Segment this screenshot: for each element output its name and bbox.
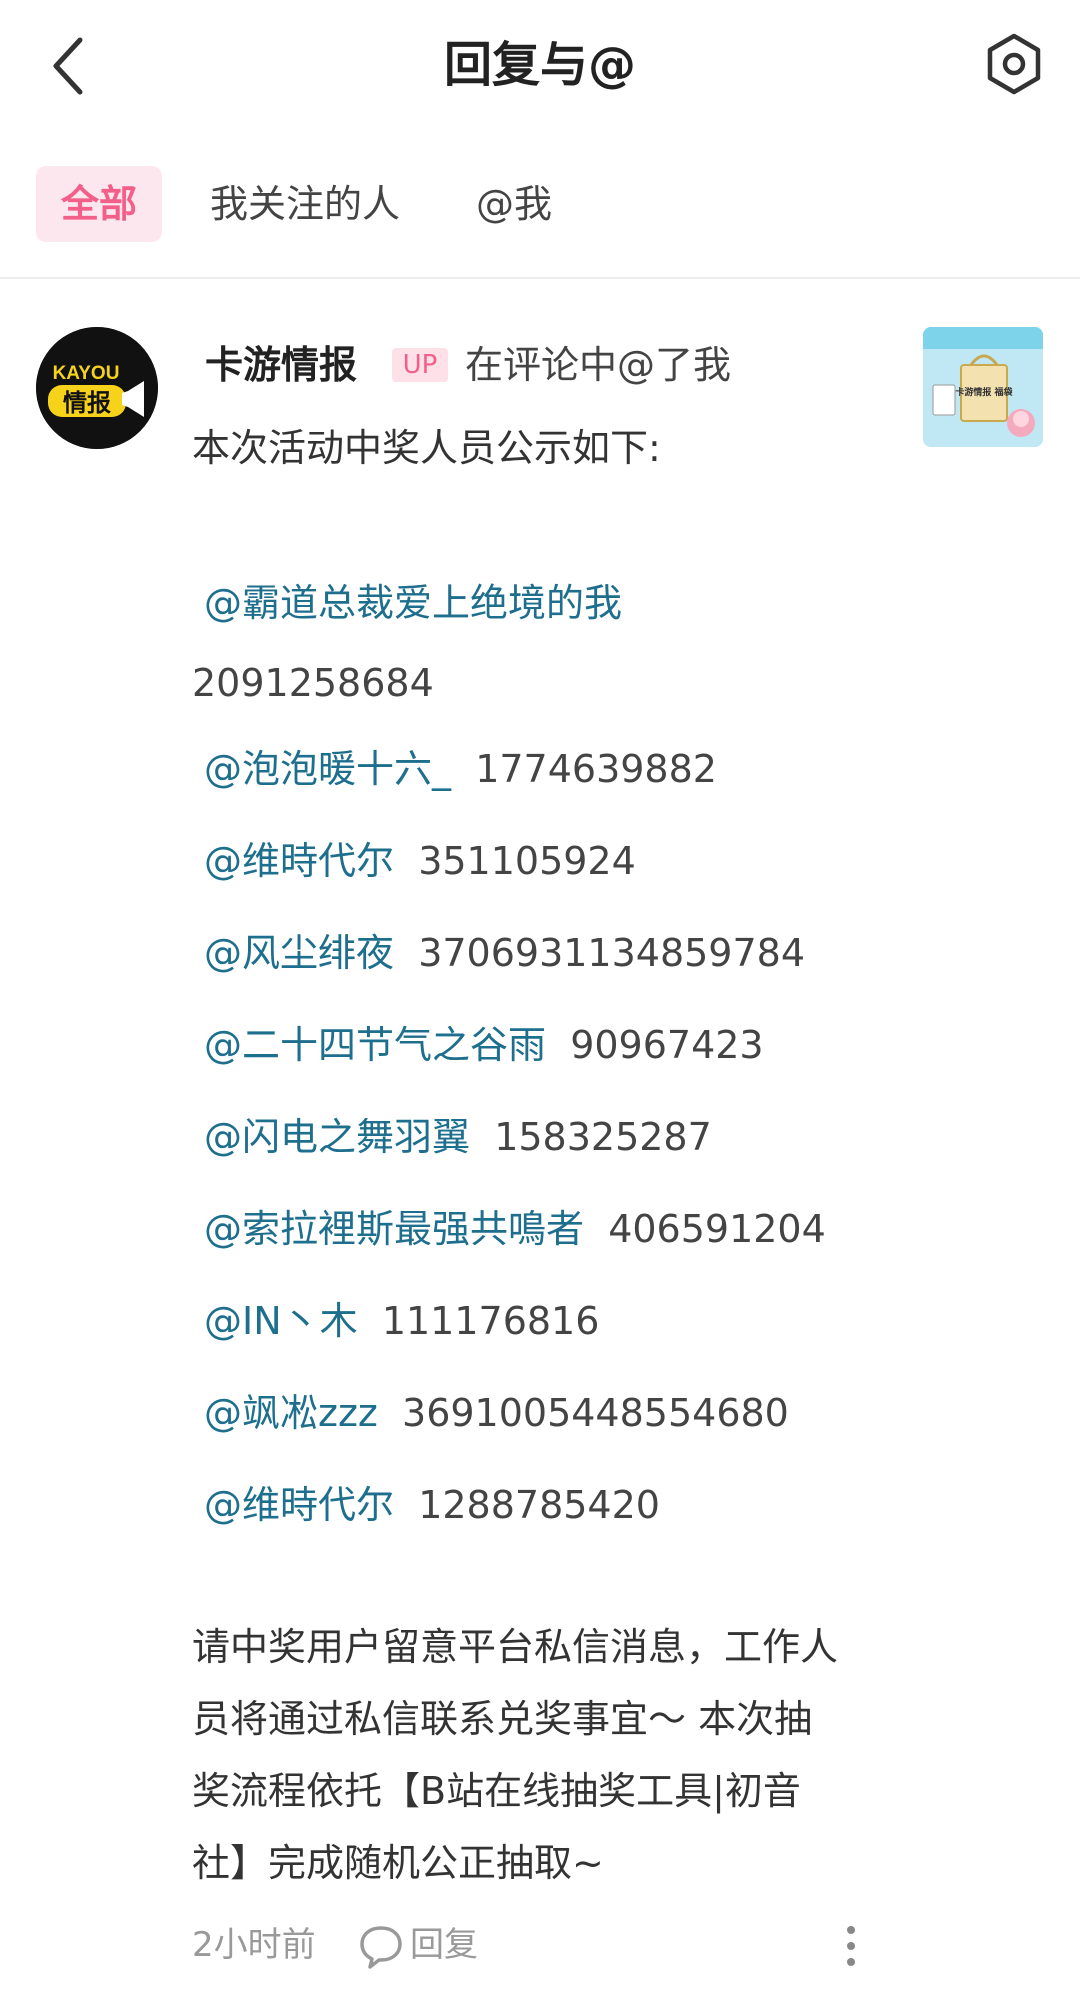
- winner-uid: 3706931134859784: [418, 931, 806, 975]
- chevron-left-icon: [53, 37, 83, 95]
- header-bar: 回复与@: [0, 0, 1080, 140]
- winner-row: @维時代尔 351105924: [204, 836, 636, 886]
- settings-hexagon-icon: [987, 33, 1041, 95]
- winner-uid: 90967423: [570, 1023, 764, 1067]
- winner-uid: 158325287: [494, 1115, 712, 1159]
- winner-mention[interactable]: @风尘绯夜: [204, 931, 394, 975]
- tab-bar: 全部 我关注的人 @我: [0, 160, 1080, 248]
- comment-intro: 本次活动中奖人员公示如下:: [192, 426, 661, 470]
- tab-mentions[interactable]: @我: [476, 166, 552, 242]
- avatar[interactable]: KAYOU 情报: [36, 327, 158, 449]
- winner-uid: 351105924: [418, 839, 636, 883]
- tab-following[interactable]: 我关注的人: [210, 166, 400, 242]
- closing-line: 请中奖用户留意平台私信消息，工作人: [192, 1625, 839, 1669]
- winner-mention[interactable]: @霸道总裁爱上绝境的我: [204, 578, 622, 628]
- winner-row: @泡泡暖十六_ 1774639882: [204, 744, 717, 794]
- winner-row: @维時代尔 1288785420: [204, 1480, 660, 1530]
- winner-row: @闪电之舞羽翼 158325287: [204, 1112, 712, 1162]
- winner-uid: 2091258684: [192, 661, 434, 705]
- comment-bubble-icon: [360, 1926, 402, 1969]
- more-vertical-icon: [847, 1926, 855, 1966]
- action-text: 在评论中@了我: [465, 343, 732, 387]
- post-thumbnail[interactable]: 卡游情报 福袋: [923, 327, 1043, 447]
- winner-mention[interactable]: @飒凇zzz: [204, 1391, 378, 1435]
- winner-row: @IN丶木 111176816: [204, 1296, 599, 1346]
- back-button[interactable]: [40, 26, 110, 106]
- closing-line: 奖流程依托【B站在线抽奖工具|初音: [192, 1769, 801, 1813]
- tab-divider: [0, 277, 1080, 279]
- tab-all[interactable]: 全部: [36, 166, 162, 242]
- winner-mention[interactable]: @IN丶木: [204, 1299, 358, 1343]
- winner-mention[interactable]: @维時代尔: [204, 1483, 394, 1527]
- winner-row: @索拉裡斯最强共鳴者 406591204: [204, 1204, 826, 1254]
- winner-row: @飒凇zzz 3691005448554680: [204, 1388, 789, 1438]
- page-title: 回复与@: [443, 37, 636, 93]
- username[interactable]: 卡游情报: [205, 340, 357, 390]
- winner-row: @二十四节气之谷雨 90967423: [204, 1020, 764, 1070]
- thumbnail-text: 卡游情报 福袋: [955, 386, 1013, 398]
- avatar-logo-bottom: 情报: [63, 389, 111, 417]
- winner-uid: 3691005448554680: [402, 1391, 789, 1435]
- winner-mention[interactable]: @二十四节气之谷雨: [204, 1023, 546, 1067]
- closing-line: 社】完成随机公正抽取~: [192, 1841, 604, 1885]
- winner-uid: 111176816: [381, 1299, 600, 1343]
- up-badge: UP: [392, 348, 448, 382]
- winner-mention[interactable]: @维時代尔: [204, 839, 394, 883]
- avatar-logo-top: KAYOU: [53, 363, 120, 384]
- reply-label: 回复: [410, 1925, 478, 1965]
- winner-row: @风尘绯夜 3706931134859784: [204, 928, 805, 978]
- timestamp: 2小时前: [192, 1925, 316, 1965]
- more-options-button[interactable]: [836, 1922, 866, 1970]
- winner-uid: 1288785420: [418, 1483, 660, 1527]
- gift-bag-thumbnail-icon: 卡游情报 福袋: [923, 327, 1043, 447]
- winner-uid: 1774639882: [475, 747, 717, 791]
- winner-mention[interactable]: @泡泡暖十六_: [204, 747, 451, 791]
- settings-button[interactable]: [982, 32, 1046, 96]
- winner-mention[interactable]: @闪电之舞羽翼: [204, 1115, 470, 1159]
- closing-line: 员将通过私信联系兑奖事宜～ 本次抽: [192, 1697, 813, 1741]
- winner-uid: 406591204: [608, 1207, 826, 1251]
- winner-mention[interactable]: @索拉裡斯最强共鳴者: [204, 1207, 584, 1251]
- kayou-logo-icon: KAYOU 情报: [36, 327, 158, 449]
